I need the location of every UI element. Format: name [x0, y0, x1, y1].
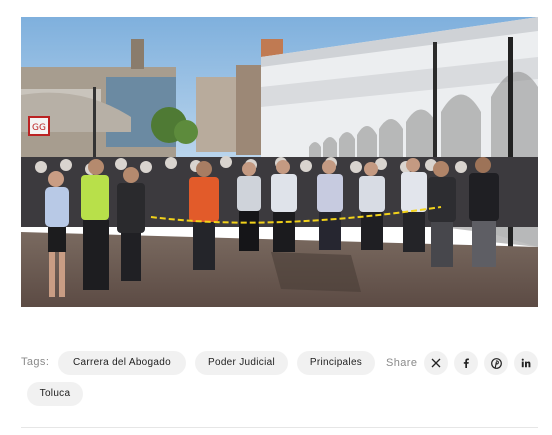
tag-carrera-del-abogado[interactable]: Carrera del Abogado [58, 351, 186, 375]
article-photo: GG [21, 17, 538, 307]
divider [21, 427, 538, 428]
share-x-button[interactable] [424, 351, 448, 375]
tag-poder-judicial[interactable]: Poder Judicial [195, 351, 288, 375]
photo-sign-text: GG [32, 123, 46, 133]
pinterest-icon [490, 357, 502, 369]
tags-label: Tags: [21, 356, 50, 368]
tag-toluca[interactable]: Toluca [27, 382, 83, 406]
share-facebook-button[interactable] [454, 351, 478, 375]
share-pinterest-button[interactable] [484, 351, 508, 375]
facebook-icon [463, 358, 469, 368]
tag-principales[interactable]: Principales [297, 351, 375, 375]
share-label: Share [386, 357, 418, 369]
linkedin-icon [521, 358, 531, 368]
share-linkedin-button[interactable] [514, 351, 538, 375]
x-icon [431, 358, 441, 368]
